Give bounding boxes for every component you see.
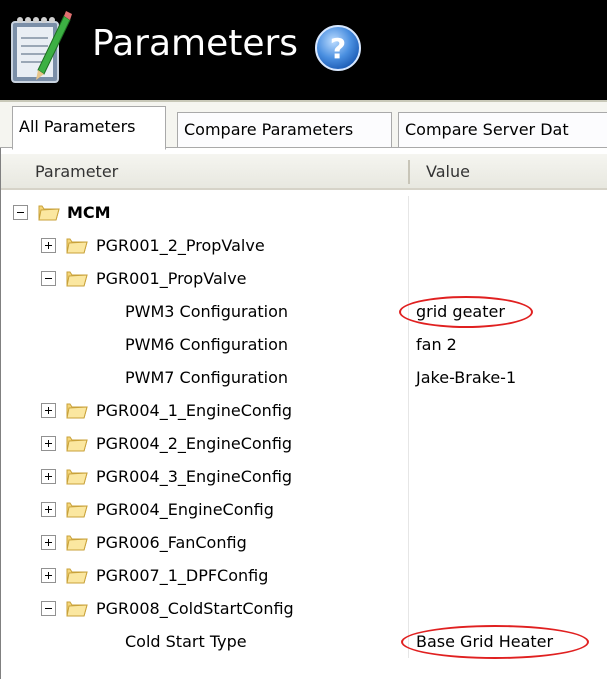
cell-separator <box>408 592 409 625</box>
parameter-row[interactable]: PWM3 Configuration grid geater <box>1 295 607 328</box>
parameter-value[interactable]: Base Grid Heater <box>416 625 553 658</box>
tab-compare-server-data[interactable]: Compare Server Dat <box>398 112 607 148</box>
folder-icon <box>66 535 88 551</box>
cell-separator <box>408 295 409 328</box>
header-bar: Parameters ? <box>0 0 607 100</box>
cell-separator <box>408 328 409 361</box>
tree-row-group[interactable]: PGR001_PropValve <box>1 262 607 295</box>
tree-row-group[interactable]: PGR008_ColdStartConfig <box>1 592 607 625</box>
tree-row-group[interactable]: PGR004_1_EngineConfig <box>1 394 607 427</box>
cell-separator <box>408 262 409 295</box>
tab-bar: All Parameters Compare Parameters Compar… <box>0 100 607 150</box>
parameter-name: PWM6 Configuration <box>125 335 289 354</box>
cell-separator <box>408 361 409 394</box>
column-header-parameter[interactable]: Parameter <box>35 154 118 190</box>
help-icon[interactable]: ? <box>314 24 362 72</box>
cell-separator <box>408 559 409 592</box>
collapse-icon[interactable] <box>13 205 28 220</box>
folder-icon <box>66 502 88 518</box>
tree-row-group[interactable]: PGR007_1_DPFConfig <box>1 559 607 592</box>
folder-icon <box>66 469 88 485</box>
parameter-name: PWM7 Configuration <box>125 368 289 387</box>
expand-icon[interactable] <box>41 436 56 451</box>
tree-label: PGR008_ColdStartConfig <box>96 599 294 618</box>
column-separator[interactable] <box>408 160 410 184</box>
cell-separator <box>408 460 409 493</box>
collapse-icon[interactable] <box>41 271 56 286</box>
cell-separator <box>408 196 409 229</box>
grid-header: Parameter Value <box>1 154 607 190</box>
parameter-value[interactable]: grid geater <box>416 295 505 328</box>
parameter-name: Cold Start Type <box>125 632 247 651</box>
parameter-row[interactable]: PWM7 Configuration Jake-Brake-1 <box>1 361 607 394</box>
tree-label: PGR004_1_EngineConfig <box>96 401 293 420</box>
page-title: Parameters <box>92 23 299 64</box>
tree-row-group[interactable]: PGR004_3_EngineConfig <box>1 460 607 493</box>
tree-row-group[interactable]: PGR001_2_PropValve <box>1 229 607 262</box>
tree-row-group[interactable]: PGR004_EngineConfig <box>1 493 607 526</box>
folder-icon <box>66 238 88 254</box>
parameter-name: PWM3 Configuration <box>125 302 289 321</box>
tree-label: MCM <box>67 203 111 222</box>
collapse-icon[interactable] <box>41 601 56 616</box>
folder-icon <box>66 568 88 584</box>
expand-icon[interactable] <box>41 403 56 418</box>
expand-icon[interactable] <box>41 238 56 253</box>
cell-separator <box>408 394 409 427</box>
notepad-pencil-icon <box>11 11 72 83</box>
tree-row-group[interactable]: PGR004_2_EngineConfig <box>1 427 607 460</box>
parameter-row[interactable]: Cold Start Type Base Grid Heater <box>1 625 607 659</box>
parameter-row[interactable]: PWM6 Configuration fan 2 <box>1 328 607 361</box>
expand-icon[interactable] <box>41 469 56 484</box>
folder-icon <box>66 601 88 617</box>
tree-label: PGR001_PropValve <box>96 269 247 288</box>
cell-separator <box>408 526 409 559</box>
folder-icon <box>66 271 88 287</box>
tab-compare-parameters[interactable]: Compare Parameters <box>177 112 392 148</box>
folder-icon <box>66 403 88 419</box>
parameter-grid: Parameter Value MCM PGR001_2_PropValve P… <box>0 148 607 679</box>
cell-separator <box>408 493 409 526</box>
tree-label: PGR004_2_EngineConfig <box>96 434 293 453</box>
tree-row-mcm[interactable]: MCM <box>1 196 607 229</box>
folder-icon <box>38 205 60 221</box>
tree-row-group[interactable]: PGR006_FanConfig <box>1 526 607 559</box>
tree-label: PGR007_1_DPFConfig <box>96 566 269 585</box>
parameter-value[interactable]: Jake-Brake-1 <box>416 361 516 394</box>
tree-label: PGR001_2_PropValve <box>96 236 265 255</box>
tab-all-parameters[interactable]: All Parameters <box>12 106 166 150</box>
tree-label: PGR006_FanConfig <box>96 533 247 552</box>
cell-separator <box>408 625 409 658</box>
expand-icon[interactable] <box>41 568 56 583</box>
column-header-value[interactable]: Value <box>426 154 470 190</box>
cell-separator <box>408 229 409 262</box>
cell-separator <box>408 427 409 460</box>
tree-label: PGR004_3_EngineConfig <box>96 467 293 486</box>
svg-text:?: ? <box>330 32 346 65</box>
expand-icon[interactable] <box>41 502 56 517</box>
folder-icon <box>66 436 88 452</box>
parameter-value[interactable]: fan 2 <box>416 328 457 361</box>
tree-label: PGR004_EngineConfig <box>96 500 274 519</box>
expand-icon[interactable] <box>41 535 56 550</box>
